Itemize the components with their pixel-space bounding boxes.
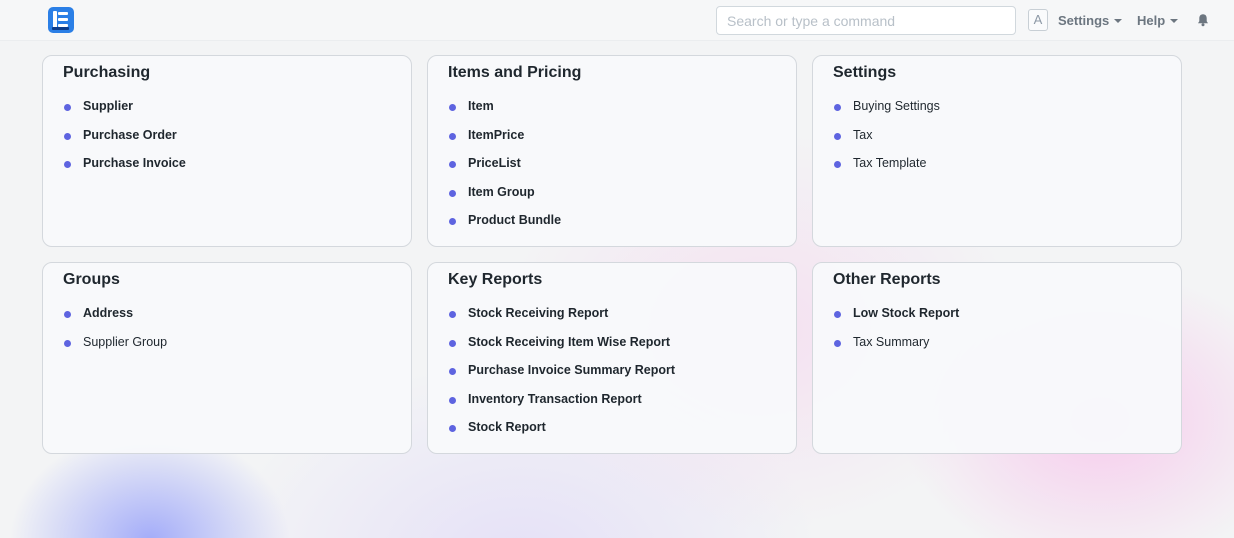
link-label: Purchase Order xyxy=(83,127,177,142)
avatar[interactable]: A xyxy=(1028,9,1048,31)
link-price-list[interactable]: PriceList xyxy=(448,155,561,184)
link-label: Purchase Invoice xyxy=(83,156,186,171)
card-title: Purchasing xyxy=(63,64,151,81)
settings-menu[interactable]: Settings xyxy=(1058,13,1123,28)
card-title: Items and Pricing xyxy=(448,64,582,81)
bullet-dot-icon xyxy=(449,311,456,318)
link-label: Tax xyxy=(853,127,873,142)
card-title: Key Reports xyxy=(448,271,543,288)
link-list: Stock Receiving Report Stock Receiving I… xyxy=(448,305,675,448)
bullet-dot-icon xyxy=(834,104,841,111)
bullet-dot-icon xyxy=(449,161,456,169)
card-title: Other Reports xyxy=(833,271,941,288)
link-list: Item ItemPrice PriceList Item Group Prod… xyxy=(448,98,561,241)
link-list: Address Supplier Group xyxy=(63,305,167,362)
link-stock-receiving-item-wise-report[interactable]: Stock Receiving Item Wise Report xyxy=(448,334,675,363)
link-label: Product Bundle xyxy=(468,213,562,228)
link-supplier-group[interactable]: Supplier Group xyxy=(63,334,167,363)
link-item[interactable]: Item xyxy=(448,98,561,127)
link-label: Stock Receiving Item Wise Report xyxy=(468,334,671,349)
link-label: Address xyxy=(83,306,134,320)
help-menu[interactable]: Help xyxy=(1137,13,1179,28)
card-groups: Groups Address Supplier Group xyxy=(42,262,412,454)
link-item-group[interactable]: Item Group xyxy=(448,184,561,213)
link-low-stock-report[interactable]: Low Stock Report xyxy=(833,305,959,334)
bullet-dot-icon xyxy=(64,132,71,140)
card-settings: Settings Buying Settings Tax Tax Templat… xyxy=(812,55,1182,247)
bullet-dot-icon xyxy=(449,132,456,140)
link-list: Buying Settings Tax Tax Template xyxy=(833,98,940,184)
bullet-dot-icon xyxy=(449,396,456,404)
card-title: Groups xyxy=(63,271,120,288)
link-purchase-invoice-summary-report[interactable]: Purchase Invoice Summary Report xyxy=(448,362,675,391)
link-label: Item xyxy=(468,99,494,113)
link-tax-template[interactable]: Tax Template xyxy=(833,155,940,184)
link-product-bundle[interactable]: Product Bundle xyxy=(448,212,561,241)
app-logo-icon[interactable] xyxy=(48,7,74,33)
card-purchasing: Purchasing Supplier Purchase Order Purch… xyxy=(42,55,412,247)
bullet-dot-icon xyxy=(449,104,456,111)
link-label: Purchase Invoice Summary Report xyxy=(468,363,676,378)
link-purchase-invoice[interactable]: Purchase Invoice xyxy=(63,155,186,184)
bullet-dot-icon xyxy=(834,311,841,318)
bullet-dot-icon xyxy=(449,368,456,376)
link-list: Supplier Purchase Order Purchase Invoice xyxy=(63,98,186,184)
link-buying-settings[interactable]: Buying Settings xyxy=(833,98,940,127)
link-address[interactable]: Address xyxy=(63,305,167,334)
chevron-down-icon xyxy=(1114,19,1123,23)
link-label: Tax Template xyxy=(853,156,927,171)
link-label: Supplier Group xyxy=(83,334,168,349)
search-input[interactable] xyxy=(716,6,1016,35)
card-key-reports: Key Reports Stock Receiving Report Stock… xyxy=(427,262,797,454)
link-label: Buying Settings xyxy=(853,99,940,113)
settings-menu-label: Settings xyxy=(1058,13,1110,28)
card-other-reports: Other Reports Low Stock Report Tax Summa… xyxy=(812,262,1182,454)
bullet-dot-icon xyxy=(449,218,456,226)
link-inventory-transaction-report[interactable]: Inventory Transaction Report xyxy=(448,391,675,420)
link-label: Stock Receiving Report xyxy=(468,306,609,320)
link-label: Item Group xyxy=(468,184,535,199)
bullet-dot-icon xyxy=(834,339,841,347)
navbar: A Settings Help xyxy=(0,0,1234,41)
bullet-dot-icon xyxy=(64,161,71,169)
bullet-dot-icon xyxy=(834,161,841,169)
link-label: ItemPrice xyxy=(468,127,525,142)
bullet-dot-icon xyxy=(449,189,456,197)
link-tax-summary[interactable]: Tax Summary xyxy=(833,334,959,363)
link-label: Stock Report xyxy=(468,420,546,435)
link-stock-receiving-report[interactable]: Stock Receiving Report xyxy=(448,305,675,334)
link-label: Tax Summary xyxy=(853,334,930,349)
bullet-dot-icon xyxy=(834,132,841,140)
link-item-price[interactable]: ItemPrice xyxy=(448,127,561,156)
card-items-and-pricing: Items and Pricing Item ItemPrice PriceLi… xyxy=(427,55,797,247)
bell-icon[interactable] xyxy=(1196,13,1210,27)
link-tax[interactable]: Tax xyxy=(833,127,940,156)
link-label: Low Stock Report xyxy=(853,306,960,320)
link-list: Low Stock Report Tax Summary xyxy=(833,305,959,362)
link-stock-report[interactable]: Stock Report xyxy=(448,419,675,448)
bullet-dot-icon xyxy=(64,311,71,318)
chevron-down-icon xyxy=(1170,19,1179,23)
link-purchase-order[interactable]: Purchase Order xyxy=(63,127,186,156)
bullet-dot-icon xyxy=(64,339,71,347)
link-label: Supplier xyxy=(83,99,134,113)
bullet-dot-icon xyxy=(64,104,71,111)
bullet-dot-icon xyxy=(449,425,456,433)
link-label: PriceList xyxy=(468,156,521,171)
link-label: Inventory Transaction Report xyxy=(468,391,642,406)
card-title: Settings xyxy=(833,64,897,81)
help-menu-label: Help xyxy=(1137,13,1166,28)
bullet-dot-icon xyxy=(449,339,456,347)
link-supplier[interactable]: Supplier xyxy=(63,98,186,127)
